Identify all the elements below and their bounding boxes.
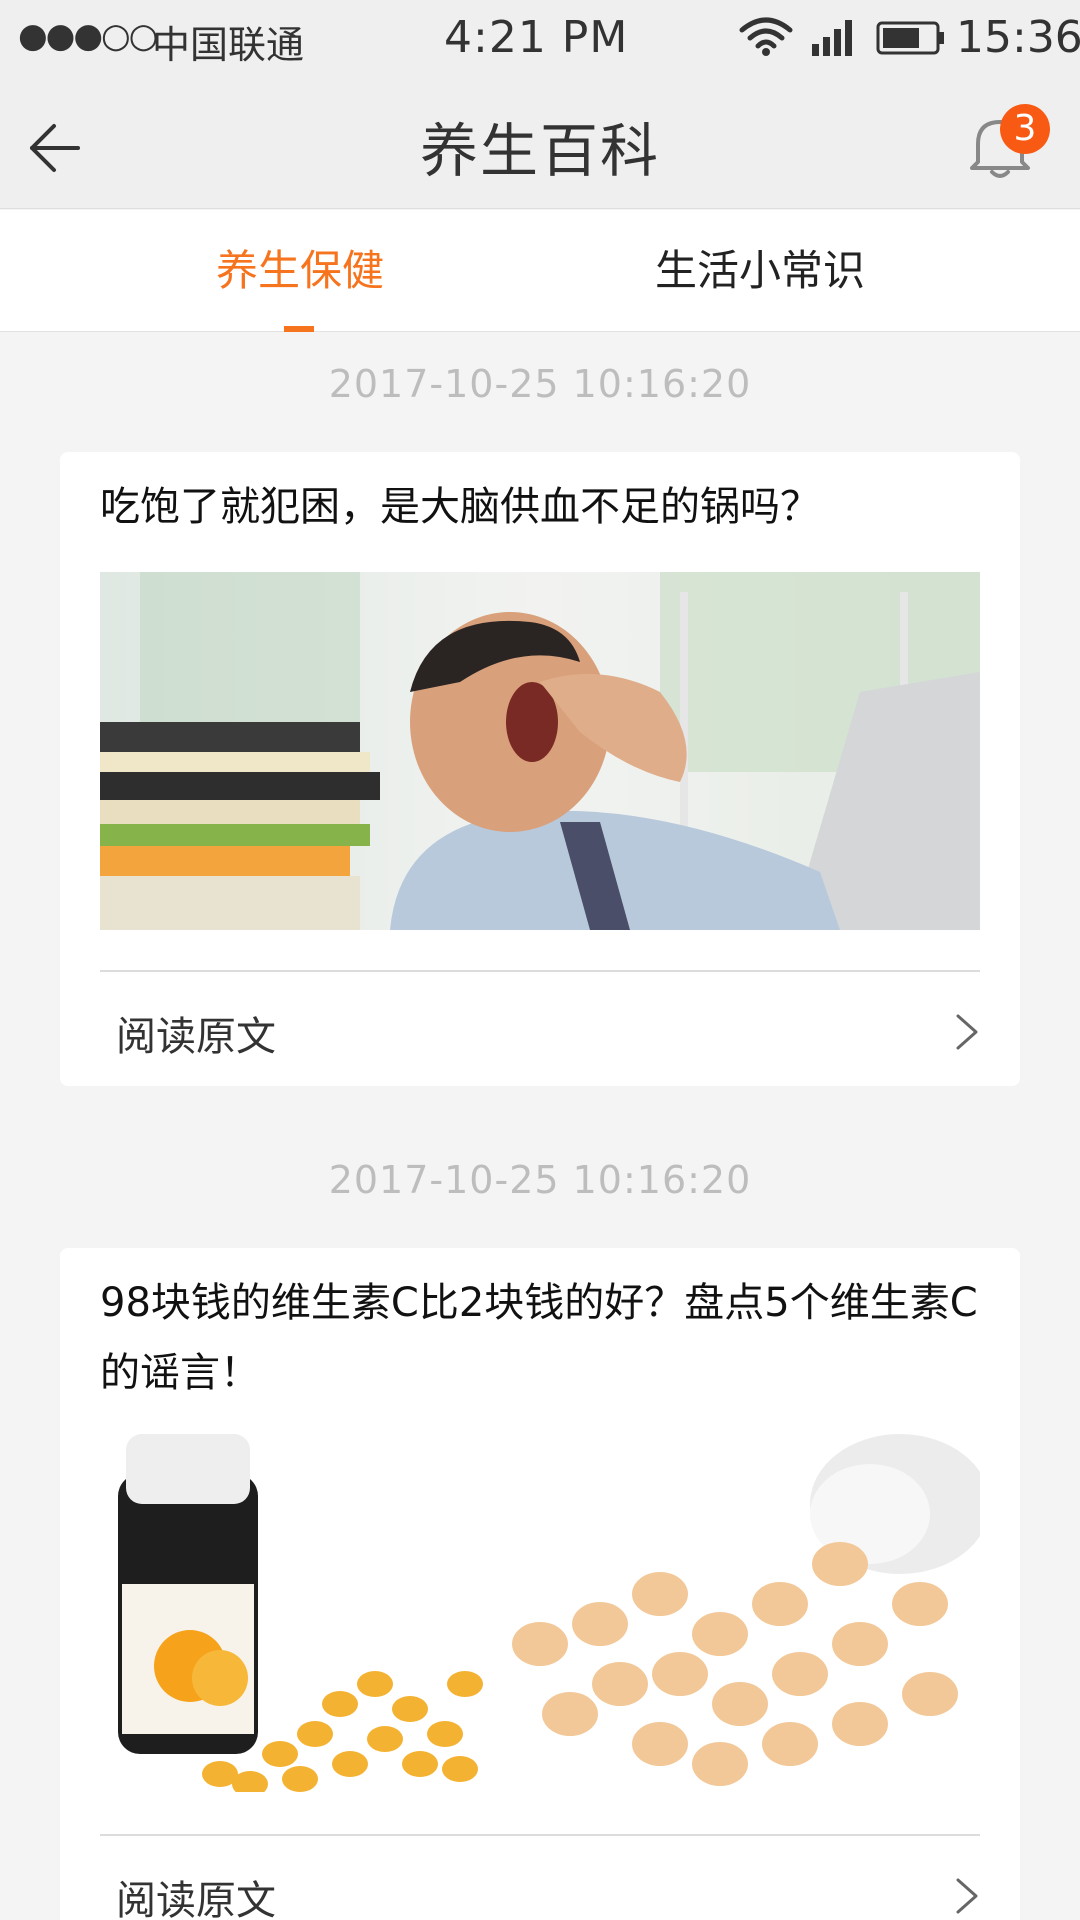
chevron-right-icon[interactable] bbox=[952, 1012, 982, 1052]
tab-health-care[interactable]: 养生保健 bbox=[200, 210, 400, 332]
article-date: 2017-10-25 10:16:20 bbox=[328, 362, 752, 406]
chevron-right-icon[interactable] bbox=[952, 1876, 982, 1916]
battery-icon bbox=[876, 20, 946, 66]
notification-badge: 3 bbox=[1000, 104, 1050, 154]
tab-life-tips[interactable]: 生活小常识 bbox=[640, 210, 880, 332]
read-original-link[interactable]: 阅读原文 bbox=[116, 1004, 276, 1062]
article-card[interactable]: 98块钱的维生素C比2块钱的好？盘点5个维生素C的谣言！ 阅读原文 bbox=[60, 1248, 1020, 1920]
vitamin-c-tablets-image[interactable] bbox=[100, 1434, 980, 1792]
top-bar: ●●●○○ 中国联通 4:21 PM 15:36 养生百科 3 bbox=[0, 0, 1080, 209]
read-original-link[interactable]: 阅读原文 bbox=[116, 1868, 276, 1920]
category-tabs: 养生保健 生活小常识 bbox=[0, 210, 1080, 332]
page-title: 养生百科 bbox=[419, 117, 660, 185]
status-bar: ●●●○○ 中国联通 4:21 PM 15:36 bbox=[0, 0, 1080, 78]
status-clock: 15:36 bbox=[956, 12, 1080, 63]
article-date: 2017-10-25 10:16:20 bbox=[328, 1158, 752, 1202]
active-tab-indicator bbox=[284, 326, 314, 332]
yawning-man-at-desk-image[interactable] bbox=[100, 572, 980, 930]
article-card[interactable]: 吃饱了就犯困，是大脑供血不足的锅吗？ 阅读原文 bbox=[60, 452, 1020, 1086]
status-time: 4:21 PM bbox=[444, 12, 629, 63]
carrier-label: 中国联通 bbox=[152, 23, 305, 67]
signal-dots: ●●●○○ bbox=[18, 16, 158, 56]
cellular-signal-icon bbox=[810, 18, 860, 66]
article-title[interactable]: 98块钱的维生素C比2块钱的好？盘点5个维生素C的谣言！ bbox=[100, 1268, 980, 1408]
wifi-icon bbox=[738, 16, 794, 66]
divider bbox=[100, 970, 980, 972]
article-title[interactable]: 吃饱了就犯困，是大脑供血不足的锅吗？ bbox=[100, 472, 980, 542]
divider bbox=[100, 1834, 980, 1836]
